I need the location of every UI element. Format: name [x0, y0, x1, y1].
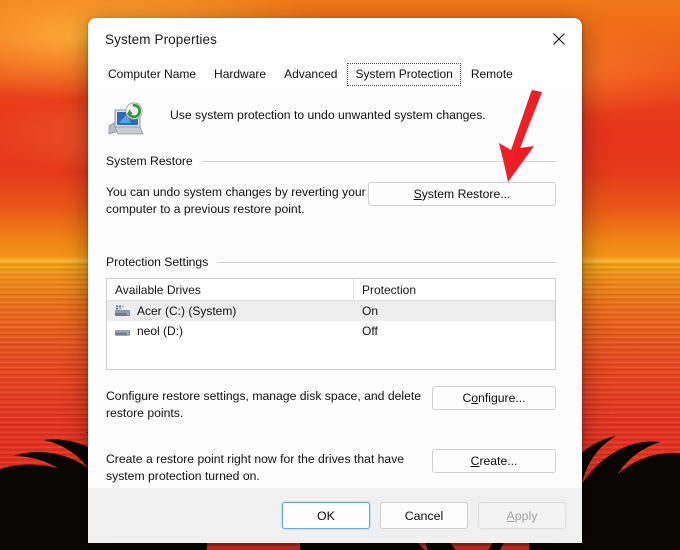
system-restore-button[interactable]: System Restore...	[368, 182, 556, 206]
tab-remote[interactable]: Remote	[463, 63, 521, 86]
group-divider	[217, 261, 556, 263]
drive-cell: Acer (C:) (System)	[107, 304, 354, 318]
group-divider	[201, 160, 556, 162]
drive-icon	[115, 329, 130, 336]
cancel-button[interactable]: Cancel	[380, 502, 468, 529]
create-row: Create a restore point right now for the…	[106, 449, 556, 484]
system-restore-description: You can undo system changes by reverting…	[106, 185, 366, 216]
dialog-title: System Properties	[105, 31, 217, 47]
create-button[interactable]: Create...	[432, 449, 556, 473]
configure-button[interactable]: Configure...	[432, 386, 556, 410]
tab-content-system-protection: Use system protection to undo unwanted s…	[88, 86, 582, 488]
listbox-header: Available Drives Protection	[107, 279, 555, 301]
apply-button: Apply	[478, 502, 566, 529]
table-row[interactable]: neol (D:) Off	[107, 321, 555, 341]
protection-status: On	[362, 304, 379, 318]
tab-hardware[interactable]: Hardware	[206, 63, 274, 86]
drive-cell: neol (D:)	[107, 324, 354, 338]
protection-status: Off	[362, 324, 378, 338]
system-restore-row: You can undo system changes by reverting…	[106, 182, 556, 217]
ok-button[interactable]: OK	[282, 502, 370, 529]
system-restore-group-label: System Restore	[106, 154, 193, 168]
create-description: Create a restore point right now for the…	[106, 452, 405, 483]
tab-computer-name[interactable]: Computer Name	[100, 63, 204, 86]
dialog-titlebar: System Properties	[88, 18, 582, 60]
table-row[interactable]: Acer (C:) (System) On	[107, 301, 555, 321]
column-header-protection[interactable]: Protection	[354, 279, 555, 300]
system-restore-group-header: System Restore	[106, 154, 556, 168]
column-header-available-drives[interactable]: Available Drives	[107, 279, 354, 300]
drive-name: neol (D:)	[137, 324, 184, 338]
system-properties-dialog: System Properties Computer Name Hardware…	[88, 18, 582, 543]
dialog-footer: OK Cancel Apply	[88, 488, 582, 543]
close-button[interactable]	[536, 18, 582, 60]
available-drives-listbox[interactable]: Available Drives Protection Acer (C:) (S…	[106, 278, 556, 370]
protection-settings-group-header: Protection Settings	[106, 255, 556, 269]
tab-strip: Computer Name Hardware Advanced System P…	[88, 60, 582, 86]
close-icon	[553, 33, 565, 45]
tab-advanced[interactable]: Advanced	[276, 63, 345, 86]
protection-settings-group-label: Protection Settings	[106, 255, 209, 269]
tab-system-protection[interactable]: System Protection	[347, 63, 461, 86]
intro-section: Use system protection to undo unwanted s…	[88, 86, 582, 138]
system-protection-icon	[108, 102, 144, 135]
system-drive-icon	[115, 305, 130, 316]
intro-text: Use system protection to undo unwanted s…	[170, 108, 486, 122]
configure-description: Configure restore settings, manage disk …	[106, 389, 422, 420]
drive-name: Acer (C:) (System)	[137, 304, 237, 318]
configure-row: Configure restore settings, manage disk …	[106, 386, 556, 421]
